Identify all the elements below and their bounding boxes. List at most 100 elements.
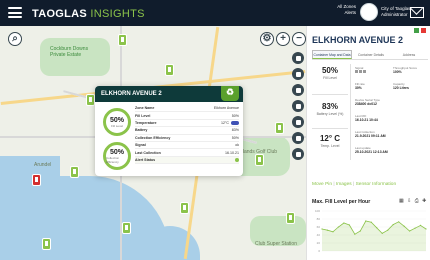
move-pin-link[interactable]: Move Pin [312,182,332,187]
popup-header: ELKHORN AVENUE 2 ♻ [95,86,243,102]
data-point[interactable] [381,232,383,234]
group-icon[interactable] [292,84,304,96]
data-point[interactable] [425,228,427,230]
recycle-icon: ♻ [221,86,239,101]
data-point[interactable] [414,227,416,229]
data-point[interactable] [365,220,367,222]
table-row: Last Collection 16.10.21 [135,149,239,157]
refresh-icon[interactable] [292,132,304,144]
city-avatar[interactable] [360,3,378,21]
data-point[interactable] [337,226,340,228]
popup-table: Zone Name Elkhorn Avenue Fill Level 50% Te… [135,105,239,165]
mail-icon[interactable] [410,7,424,18]
capacity-info: Capacity 120 Litres [393,82,409,90]
throughput-info: Throughput Score 100% [393,66,417,74]
layers-icon[interactable] [292,148,304,160]
tab-container-details[interactable]: Container Details [352,50,390,59]
device-value: 238400 dc012 [355,102,377,106]
row-value: 12°C [220,120,229,125]
data-point[interactable] [359,230,361,232]
zoom-in-icon[interactable]: + [276,32,290,46]
group-icon[interactable] [292,100,304,112]
zone-line2: Alerts [344,10,356,15]
zoom-out-icon[interactable]: − [292,32,306,46]
row-key: Collection Efficiency [135,135,171,140]
data-point[interactable] [326,229,329,231]
data-point[interactable] [332,231,334,233]
panel-title: ELKHORN AVENUE 2 [312,35,404,45]
bin-marker[interactable] [118,34,127,46]
data-point[interactable] [387,229,389,231]
route-icon[interactable] [292,116,304,128]
bin-marker[interactable] [275,122,284,134]
menu-icon[interactable] [8,7,22,18]
panel-tabs: Container Map and Data Container Details… [312,50,428,60]
table-row: Collection Efficiency 50% [135,135,239,142]
brand-left: TAOGLAS [32,8,88,20]
bin-marker[interactable] [86,94,95,106]
unit-toggle[interactable] [231,121,239,125]
last-update-value: 25.10.2021 12:13 AM [355,150,388,154]
last-collection-info: Last Collection 21.9.2021 09:11 AM [355,130,386,138]
tab-address[interactable]: Address [390,50,428,59]
tab-container-map[interactable]: Container Map and Data [312,50,352,59]
table-row: Battery 83% [135,127,239,135]
row-value: 83% [231,128,239,133]
download-icon[interactable]: ⇩ [407,198,412,204]
bin-marker[interactable] [42,238,51,250]
bin-marker[interactable] [255,154,264,166]
temp-label: Temp. Level [320,144,340,148]
settings-icon[interactable]: ⚙ [260,32,274,46]
person-icon[interactable] [292,68,304,80]
data-point[interactable] [398,221,400,223]
data-point[interactable] [403,225,405,227]
data-point[interactable] [354,233,356,235]
bin-marker[interactable] [122,222,131,234]
data-point[interactable] [370,221,372,223]
table-row: Zone Name Elkhorn Avenue [135,105,239,113]
battery-label: Battery Level (%) [316,112,344,116]
fill-metric: 50% Fill Level [312,66,348,80]
brand-right: INSIGHTS [90,8,145,20]
bin-marker[interactable] [286,212,295,224]
expand-icon[interactable]: ✚ [422,198,427,204]
row-value: ok [235,143,239,148]
y-tick-label: 40 [317,233,321,237]
data-point[interactable] [348,224,350,226]
device-info: Device Serial Type 238400 dc012 [355,98,380,106]
data-point[interactable] [343,222,345,224]
city-info[interactable]: City of Taoglas Administrator [381,6,410,18]
search-icon[interactable]: ⌕ [8,32,22,46]
fill-rate-info: Fill rate 30% [355,82,365,90]
bin-marker[interactable] [180,202,189,214]
zone-selector[interactable]: All Zones Alerts [320,4,356,16]
row-key: Fill Level [135,113,151,118]
temp-metric: 12° C Temp. Level [312,134,348,148]
efficiency-gauge: 50% Collection Efficiency [103,142,131,170]
data-point[interactable] [376,227,378,229]
bin-marker[interactable] [70,166,79,178]
person-icon[interactable] [292,52,304,64]
bin-marker[interactable] [165,64,174,76]
fill-rate-value: 30% [355,86,362,90]
data-point[interactable] [321,228,323,230]
panel-links: Move Pin | Images | Sensor Information [312,182,396,187]
fill-gauge-label: Fill Level [111,123,123,128]
sensor-info-link[interactable]: Sensor Information [356,182,397,187]
row-key: Battery [135,128,148,133]
alert-marker[interactable] [32,174,41,186]
images-link[interactable]: Images [336,182,352,187]
table-row: Fill Level 50% [135,112,239,120]
calendar-icon[interactable]: ▦ [399,198,405,204]
data-point[interactable] [392,224,394,226]
fill-label: Fill Level [323,76,337,80]
data-point[interactable] [408,230,411,232]
print-icon[interactable]: ⎙ [415,198,420,204]
bin-popup: ELKHORN AVENUE 2 ♻ 50% Fill Level 50% Co… [95,86,243,176]
status-red [421,28,426,33]
table-row: Signal ok [135,142,239,150]
capacity-value: 120 Litres [393,86,409,90]
row-key: Zone Name [135,106,155,111]
map-label: Club Super Station [255,241,297,247]
data-point[interactable] [419,224,422,226]
